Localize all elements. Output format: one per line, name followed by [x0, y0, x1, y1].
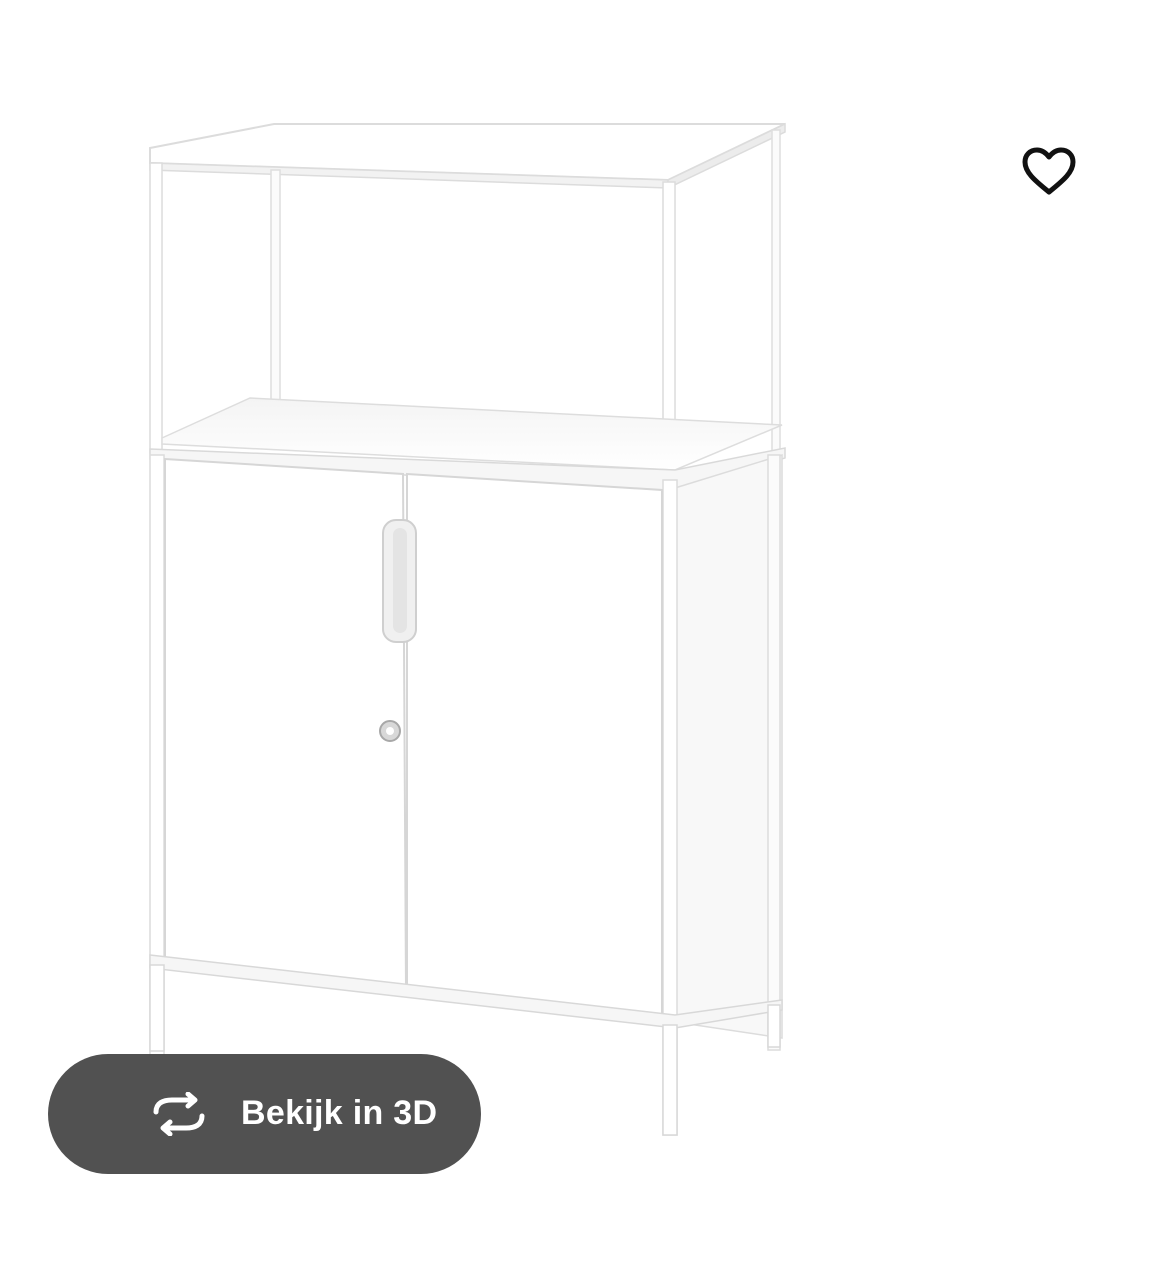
left-door — [164, 457, 408, 992]
view-in-3d-label: Bekijk in 3D — [241, 1094, 438, 1132]
right-door — [406, 472, 663, 1020]
heart-outline-icon — [1022, 147, 1076, 195]
product-media-view: Bekijk in 3D — [0, 0, 1170, 1264]
favorite-button[interactable] — [1018, 142, 1080, 200]
rotate-arrows-icon — [153, 1092, 205, 1136]
view-in-3d-button[interactable]: Bekijk in 3D — [48, 1054, 481, 1174]
